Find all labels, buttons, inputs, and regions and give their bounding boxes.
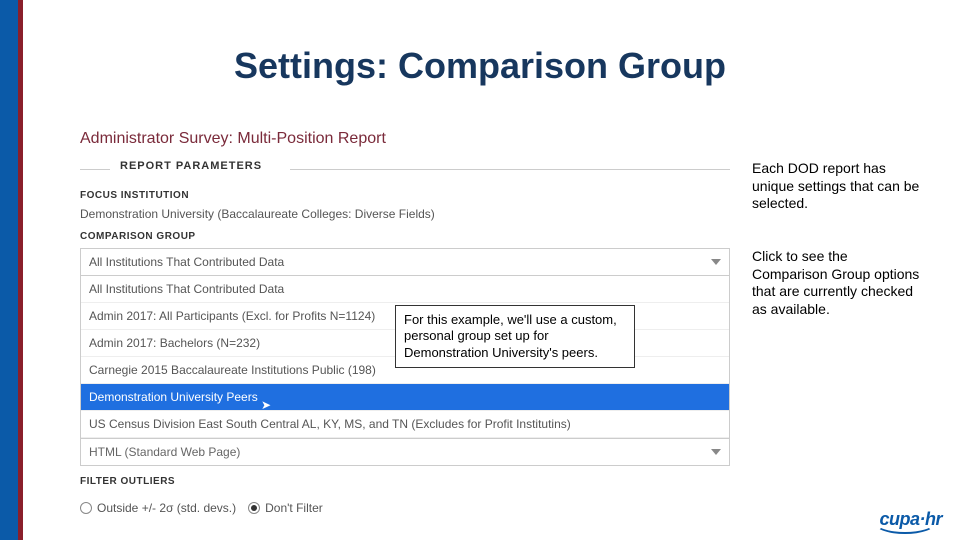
filter-outliers-row: Outside +/- 2σ (std. devs.) Don't Filter: [80, 501, 730, 515]
chevron-down-icon: [711, 259, 721, 265]
radio-label: Don't Filter: [265, 501, 323, 515]
dropdown-selected-text: All Institutions That Contributed Data: [89, 255, 284, 269]
slide-title: Settings: Comparison Group: [0, 45, 960, 87]
filter-radio-outside[interactable]: Outside +/- 2σ (std. devs.): [80, 501, 236, 515]
dropdown-option[interactable]: US Census Division East South Central AL…: [81, 411, 729, 438]
parameters-header: REPORT PARAMETERS: [120, 160, 262, 172]
report-title: Administrator Survey: Multi-Position Rep…: [80, 130, 730, 148]
dropdown-option[interactable]: All Institutions That Contributed Data: [81, 276, 729, 303]
output-format-text: HTML (Standard Web Page): [89, 445, 240, 459]
dropdown-option-text: Demonstration University Peers: [89, 390, 258, 404]
radio-icon-filled: [248, 502, 260, 514]
annotation-settings-note: Each DOD report has unique settings that…: [752, 160, 922, 213]
radio-icon: [80, 502, 92, 514]
filter-radio-dont[interactable]: Don't Filter: [248, 501, 323, 515]
parameters-divider: REPORT PARAMETERS: [80, 160, 730, 180]
filter-outliers-label: FILTER OUTLIERS: [80, 476, 730, 487]
radio-label: Outside +/- 2σ (std. devs.): [97, 501, 236, 515]
logo-swoosh-icon: [875, 518, 935, 534]
chevron-down-icon: [711, 449, 721, 455]
dropdown-selected-row[interactable]: All Institutions That Contributed Data: [81, 249, 729, 276]
callout-box: For this example, we'll use a custom, pe…: [395, 305, 635, 368]
comparison-group-label: COMPARISON GROUP: [80, 231, 730, 242]
dropdown-option-selected[interactable]: Demonstration University Peers ➤: [81, 384, 729, 411]
cupa-hr-logo: cupa·hr: [879, 509, 942, 530]
focus-institution-label: FOCUS INSTITUTION: [80, 190, 730, 201]
output-format-row[interactable]: HTML (Standard Web Page): [80, 439, 730, 466]
cursor-icon: ➤: [261, 398, 271, 412]
focus-institution-value: Demonstration University (Baccalaureate …: [80, 207, 730, 221]
annotation-click-note: Click to see the Comparison Group option…: [752, 248, 922, 318]
